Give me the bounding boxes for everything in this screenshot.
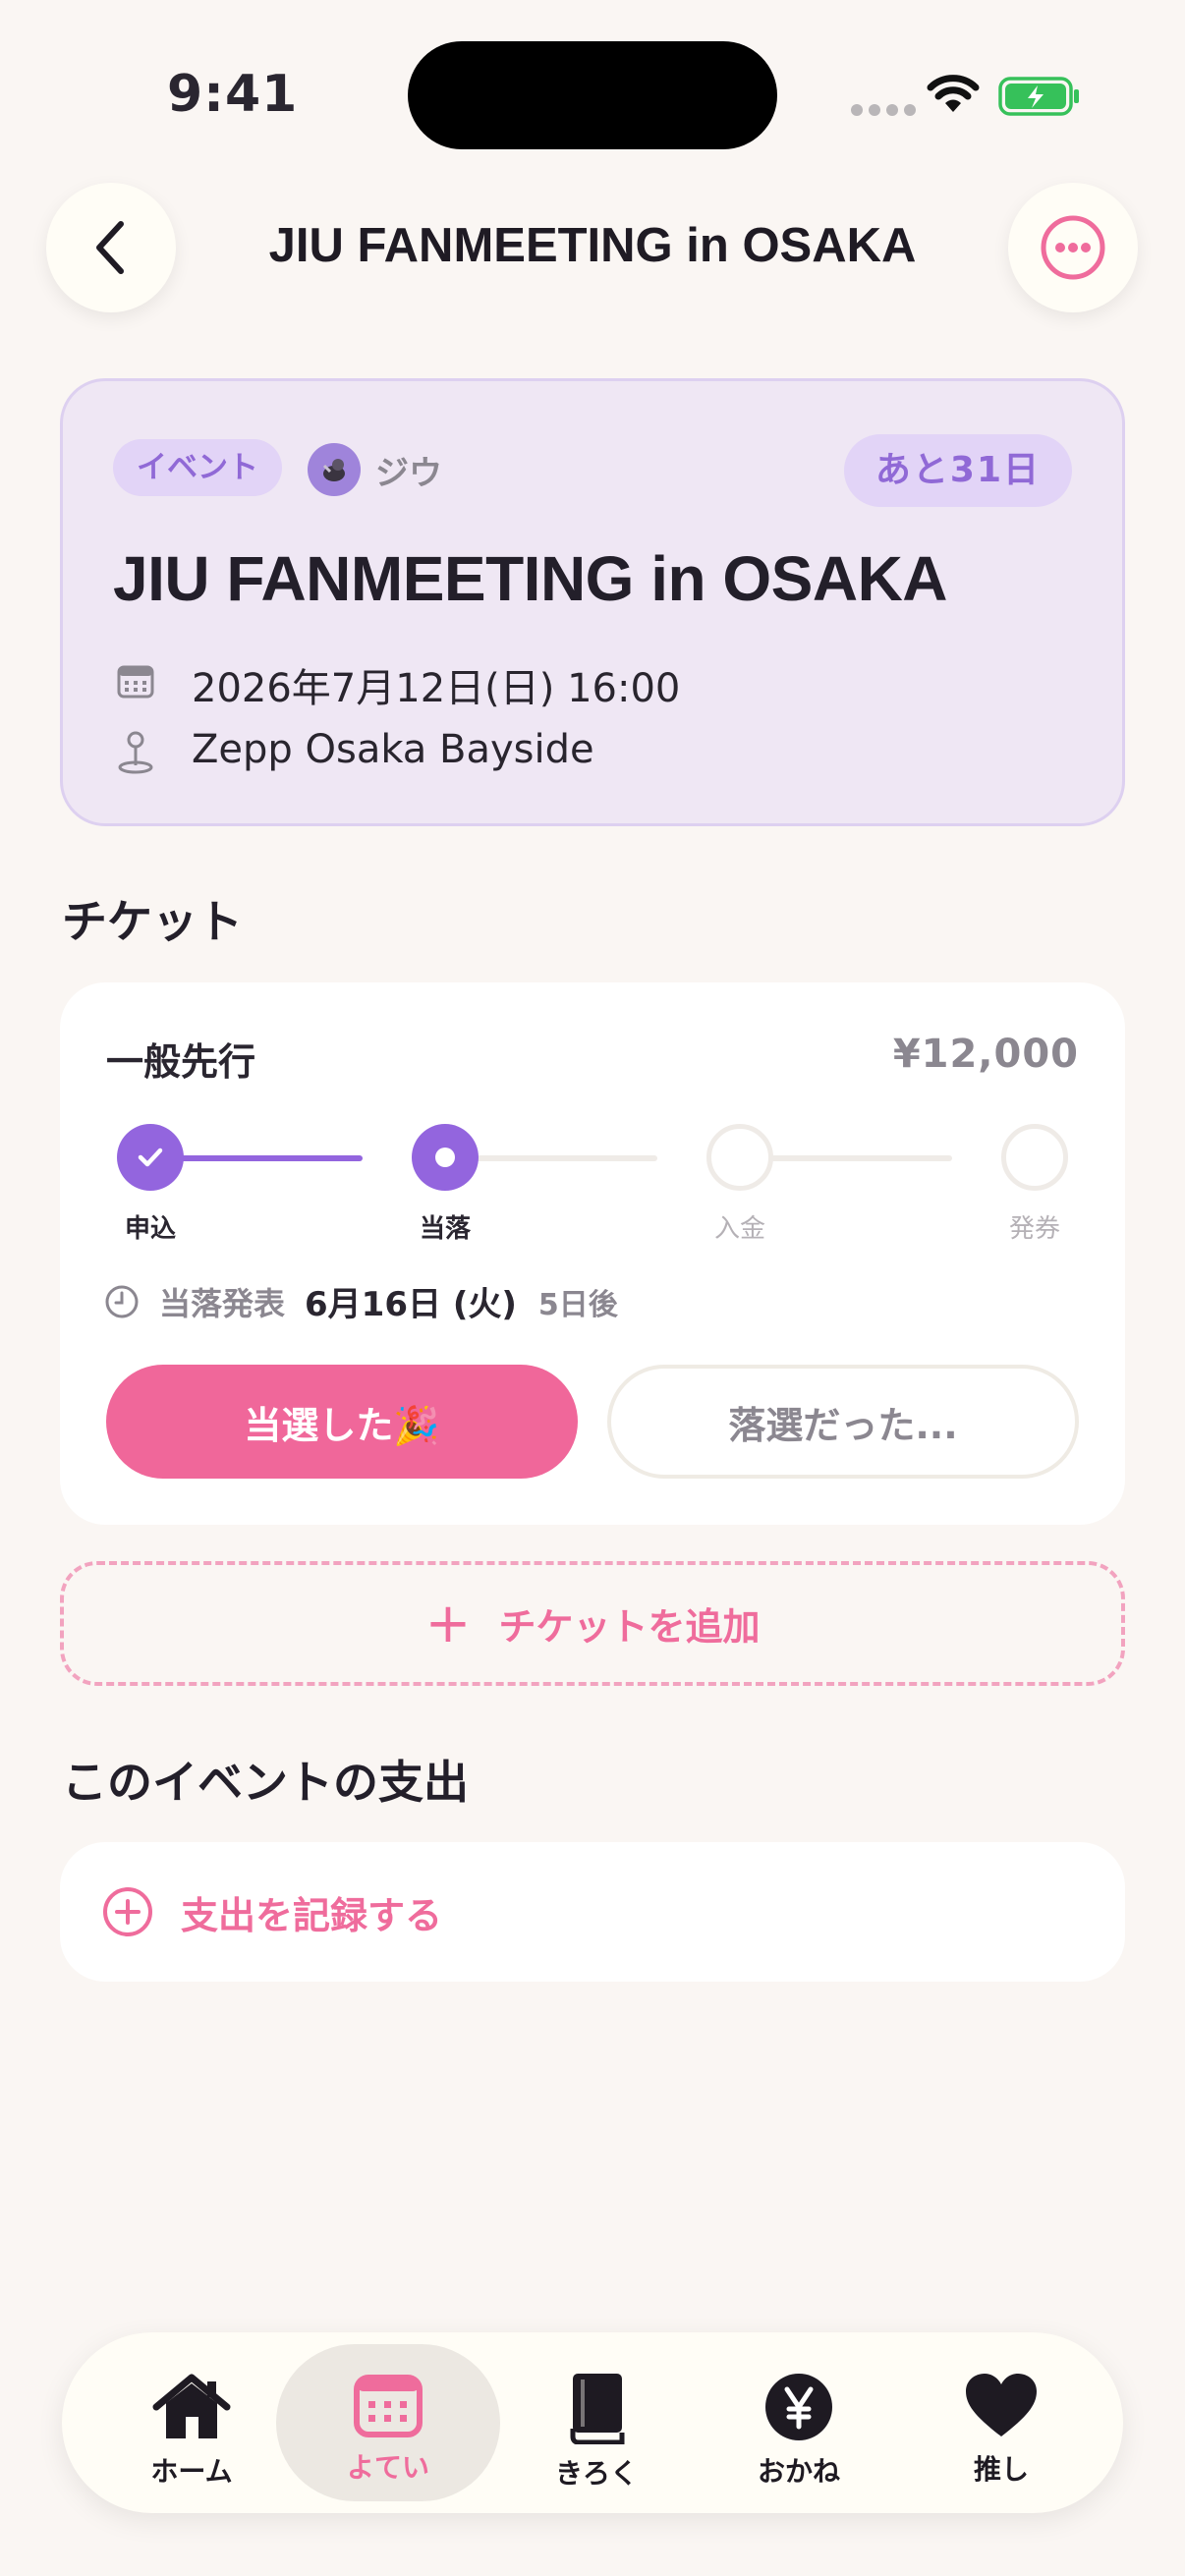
tab-record[interactable]: きろく [484, 2344, 708, 2501]
progress-line [461, 1155, 657, 1161]
tab-schedule[interactable]: よてい [276, 2344, 500, 2501]
announcement-label: 当落発表 [159, 1284, 286, 1322]
tab-bar: ホーム よてい きろく おかね 推し [62, 2332, 1123, 2513]
check-icon [138, 1148, 163, 1167]
progress-line [756, 1155, 952, 1161]
event-type-tag: イベント [113, 439, 282, 496]
step-payment [706, 1124, 773, 1191]
step-issue [1001, 1124, 1068, 1191]
chevron-left-icon [96, 221, 124, 274]
ticket-type: 一般先行 [106, 1040, 256, 1084]
book-icon [570, 2374, 625, 2444]
event-venue: Zepp Osaka Bayside [192, 727, 594, 772]
tab-label: おかね [757, 2455, 840, 2488]
more-options-button[interactable] [1008, 183, 1138, 312]
step-label: 入金 [713, 1214, 765, 1244]
record-expense-button[interactable]: 支出を記録する [60, 1842, 1125, 1982]
add-ticket-button[interactable]: + チケットを追加 [60, 1561, 1125, 1686]
yen-icon [765, 2374, 832, 2440]
announcement-row: 当落発表 6月16日 (火) 5日後 [104, 1277, 618, 1325]
dynamic-island [408, 41, 777, 149]
step-apply-done [117, 1124, 184, 1191]
clock-icon [105, 1285, 139, 1317]
tab-money[interactable]: おかね [687, 2344, 911, 2501]
ticket-card[interactable]: 一般先行 ¥12,000 申込 当落 入金 発券 当落発表 6月16日 (火) … [60, 982, 1125, 1525]
tab-label: 推し [973, 2453, 1029, 2486]
artist-avatar [308, 443, 361, 496]
record-expense-label: 支出を記録する [181, 1893, 443, 1937]
step-label: 申込 [124, 1214, 176, 1244]
event-title: JIU FANMEETING in OSAKA [113, 543, 948, 614]
tab-oshi[interactable]: 推し [889, 2344, 1113, 2501]
tab-home[interactable]: ホーム [80, 2344, 304, 2501]
plus-circle-icon [103, 1887, 152, 1936]
status-time: 9:41 [167, 65, 299, 124]
wifi-icon [927, 75, 980, 112]
location-pin-icon [118, 731, 153, 774]
battery-icon [998, 77, 1079, 116]
back-button[interactable] [46, 183, 176, 312]
tab-label: ホーム [150, 2455, 233, 2488]
countdown-badge: あと31日 [843, 434, 1072, 507]
calendar-icon [117, 665, 154, 699]
plus-icon: + [424, 1591, 472, 1655]
ticket-price: ¥12,000 [892, 1032, 1079, 1077]
tab-label: よてい [346, 2451, 429, 2484]
expense-section-title: このイベントの支出 [62, 1756, 469, 1809]
calendar-icon [354, 2375, 423, 2437]
tickets-section-title: チケット [62, 895, 243, 948]
event-card[interactable]: イベント ジウ あと31日 JIU FANMEETING in OSAKA 20… [60, 378, 1125, 826]
artist-avatar-icon [322, 459, 345, 481]
cellular-signal-icon [851, 104, 916, 116]
tab-label: きろく [554, 2457, 638, 2490]
progress-line-done [166, 1155, 363, 1161]
add-ticket-label: チケットを追加 [498, 1605, 761, 1649]
heart-icon [966, 2374, 1037, 2436]
announcement-date: 6月16日 (火) [305, 1285, 517, 1324]
event-datetime: 2026年7月12日(日) 16:00 [192, 666, 681, 711]
page-title: JIU FANMEETING in OSAKA [268, 219, 917, 272]
step-label: 当落 [419, 1214, 471, 1244]
lost-button[interactable]: 落選だった... [607, 1365, 1079, 1479]
home-icon [152, 2374, 231, 2438]
artist-name: ジウ [375, 454, 442, 493]
more-icon [1041, 215, 1105, 280]
announcement-relative: 5日後 [537, 1287, 618, 1322]
won-button[interactable]: 当選した🎉 [106, 1365, 578, 1479]
step-result-current [412, 1124, 479, 1191]
step-label: 発券 [1008, 1214, 1060, 1244]
